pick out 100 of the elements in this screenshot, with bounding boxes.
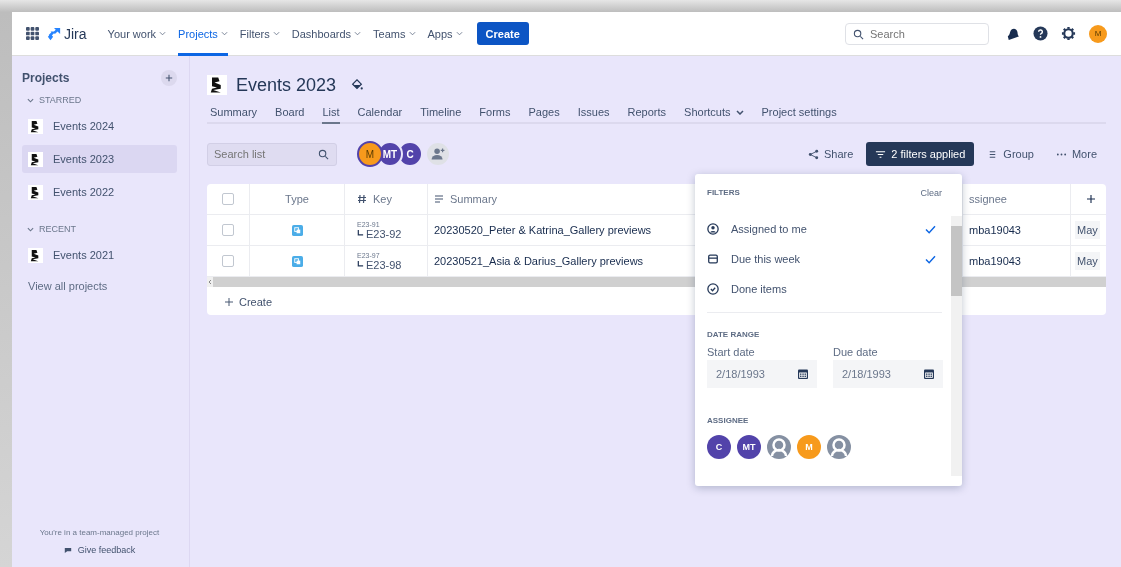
project-logo-icon (207, 74, 227, 96)
filter-option[interactable]: Due this week (707, 244, 942, 274)
flag-icon (63, 546, 72, 554)
project-tab[interactable]: List (322, 102, 340, 124)
column-header: Summary (450, 193, 498, 205)
person-icon (707, 223, 719, 235)
logo-icon[interactable] (47, 26, 61, 41)
product-name: Jira (64, 25, 87, 42)
plus-icon (1087, 195, 1095, 203)
date-field[interactable]: 2/18/1993 (707, 360, 817, 388)
chevron-icon (27, 97, 34, 103)
project-tab[interactable]: Project settings (761, 102, 837, 124)
clear-button[interactable]: Clear (920, 188, 942, 198)
row-checkbox[interactable] (222, 255, 234, 267)
sidebar-item[interactable]: Events 2023 (22, 145, 177, 173)
issue-key-link[interactable]: E23-92 (366, 227, 402, 240)
footer-note: You're in a team-managed project (38, 528, 161, 537)
project-tab[interactable]: Forms (479, 102, 511, 124)
filter-option[interactable]: Assigned to me (707, 214, 942, 244)
add-column-button[interactable] (1085, 193, 1097, 205)
user-avatar[interactable] (827, 435, 851, 459)
chevron-down-icon (735, 109, 744, 115)
project-tab[interactable]: Shortcuts (684, 102, 744, 124)
add-person-icon[interactable] (427, 143, 449, 165)
nav-menu[interactable]: Your work (107, 11, 167, 56)
project-logo-icon (28, 183, 43, 201)
project-tab[interactable]: Summary (210, 102, 258, 124)
share-button[interactable]: Share (799, 142, 863, 166)
create-issue-button[interactable]: Create (207, 287, 291, 308)
project-logo-icon (28, 150, 43, 168)
project-tab[interactable]: Calendar (357, 102, 403, 124)
sidebar-item[interactable]: Events 2021 (22, 241, 177, 269)
field-label: Due date (833, 346, 879, 358)
notification-icon[interactable] (1005, 26, 1020, 41)
search-field[interactable]: Search (845, 22, 989, 45)
project-logo-icon (28, 246, 43, 264)
table-cell: 20230521_Asia & Darius_Gallery previews (434, 255, 644, 267)
vertical-scrollbar[interactable] (951, 216, 962, 476)
add-project-button[interactable] (161, 70, 177, 86)
table-cell: May (1075, 221, 1100, 239)
field-label: Start date (707, 346, 756, 358)
project-tab[interactable]: Board (275, 102, 305, 124)
sidebar-item[interactable]: Events 2022 (22, 178, 177, 206)
sidebar-title: Projects (22, 71, 70, 85)
row-checkbox[interactable] (222, 224, 234, 236)
chevron-down-icon (272, 31, 280, 36)
table-cell: 20230520_Peter & Katrina_Gallery previews (434, 224, 652, 236)
checkmark-icon (925, 254, 936, 264)
sidebar-item[interactable]: Events 2024 (22, 112, 177, 140)
project-tab[interactable]: Timeline (420, 102, 462, 124)
table-cell: May (1075, 252, 1100, 270)
chevron-down-icon (354, 31, 362, 36)
select-all-checkbox[interactable] (222, 193, 234, 205)
help-icon[interactable] (1033, 26, 1048, 41)
column-header: Type (285, 193, 309, 205)
create-button[interactable]: Create (476, 22, 529, 45)
column-header: Key (373, 193, 392, 205)
project-tab[interactable]: Pages (528, 102, 560, 124)
filter-option[interactable]: Done items (707, 274, 942, 304)
calendar-icon (707, 253, 719, 265)
table-cell: mba19043 (969, 224, 1021, 236)
search-icon (853, 28, 864, 40)
nav-menu[interactable]: Filters (239, 11, 280, 56)
scroll-left-icon[interactable] (207, 277, 213, 287)
view-all-link[interactable]: View all projects (22, 274, 177, 298)
section-heading: FILTERS (707, 188, 740, 197)
calendar-icon (797, 368, 809, 380)
user-avatar[interactable]: M (357, 141, 383, 167)
app-switcher-icon[interactable] (26, 27, 39, 40)
project-tab[interactable]: Issues (577, 102, 610, 124)
checkmark-icon (925, 224, 936, 234)
group-button[interactable]: Group (978, 142, 1043, 166)
calendar-icon (923, 368, 935, 380)
plus-icon (165, 74, 173, 82)
date-field[interactable]: 2/18/1993 (833, 360, 943, 388)
section-toggle[interactable]: RECENT (22, 221, 177, 237)
issue-key-link[interactable]: E23-98 (366, 258, 402, 271)
search-field[interactable]: Search list (207, 142, 337, 166)
column-header: ssignee (969, 193, 1007, 205)
section-heading: DATE RANGE (707, 330, 760, 339)
settings-icon[interactable] (1061, 26, 1076, 41)
user-avatar[interactable]: MT (737, 435, 761, 459)
nav-menu[interactable]: Dashboards (291, 11, 362, 56)
nav-menu[interactable]: Teams (373, 11, 416, 56)
more-button[interactable]: More (1046, 142, 1106, 166)
project-tab[interactable]: Reports (627, 102, 667, 124)
subtask-icon (291, 224, 303, 236)
table-cell: mba19043 (969, 255, 1021, 267)
subtask-icon (291, 255, 303, 267)
paint-bucket-icon[interactable] (351, 79, 364, 91)
share-icon (808, 148, 819, 160)
plus-icon (225, 298, 233, 306)
user-avatar[interactable]: M (1089, 24, 1107, 43)
filters-button[interactable]: 2 filters applied (866, 142, 975, 166)
feedback-button[interactable]: Give feedback (22, 545, 177, 555)
user-avatar[interactable]: C (707, 435, 731, 459)
project-logo-icon (28, 117, 43, 135)
nav-menu[interactable]: Apps (427, 11, 463, 56)
user-avatar[interactable] (767, 435, 791, 459)
section-toggle[interactable]: STARRED (22, 92, 177, 108)
